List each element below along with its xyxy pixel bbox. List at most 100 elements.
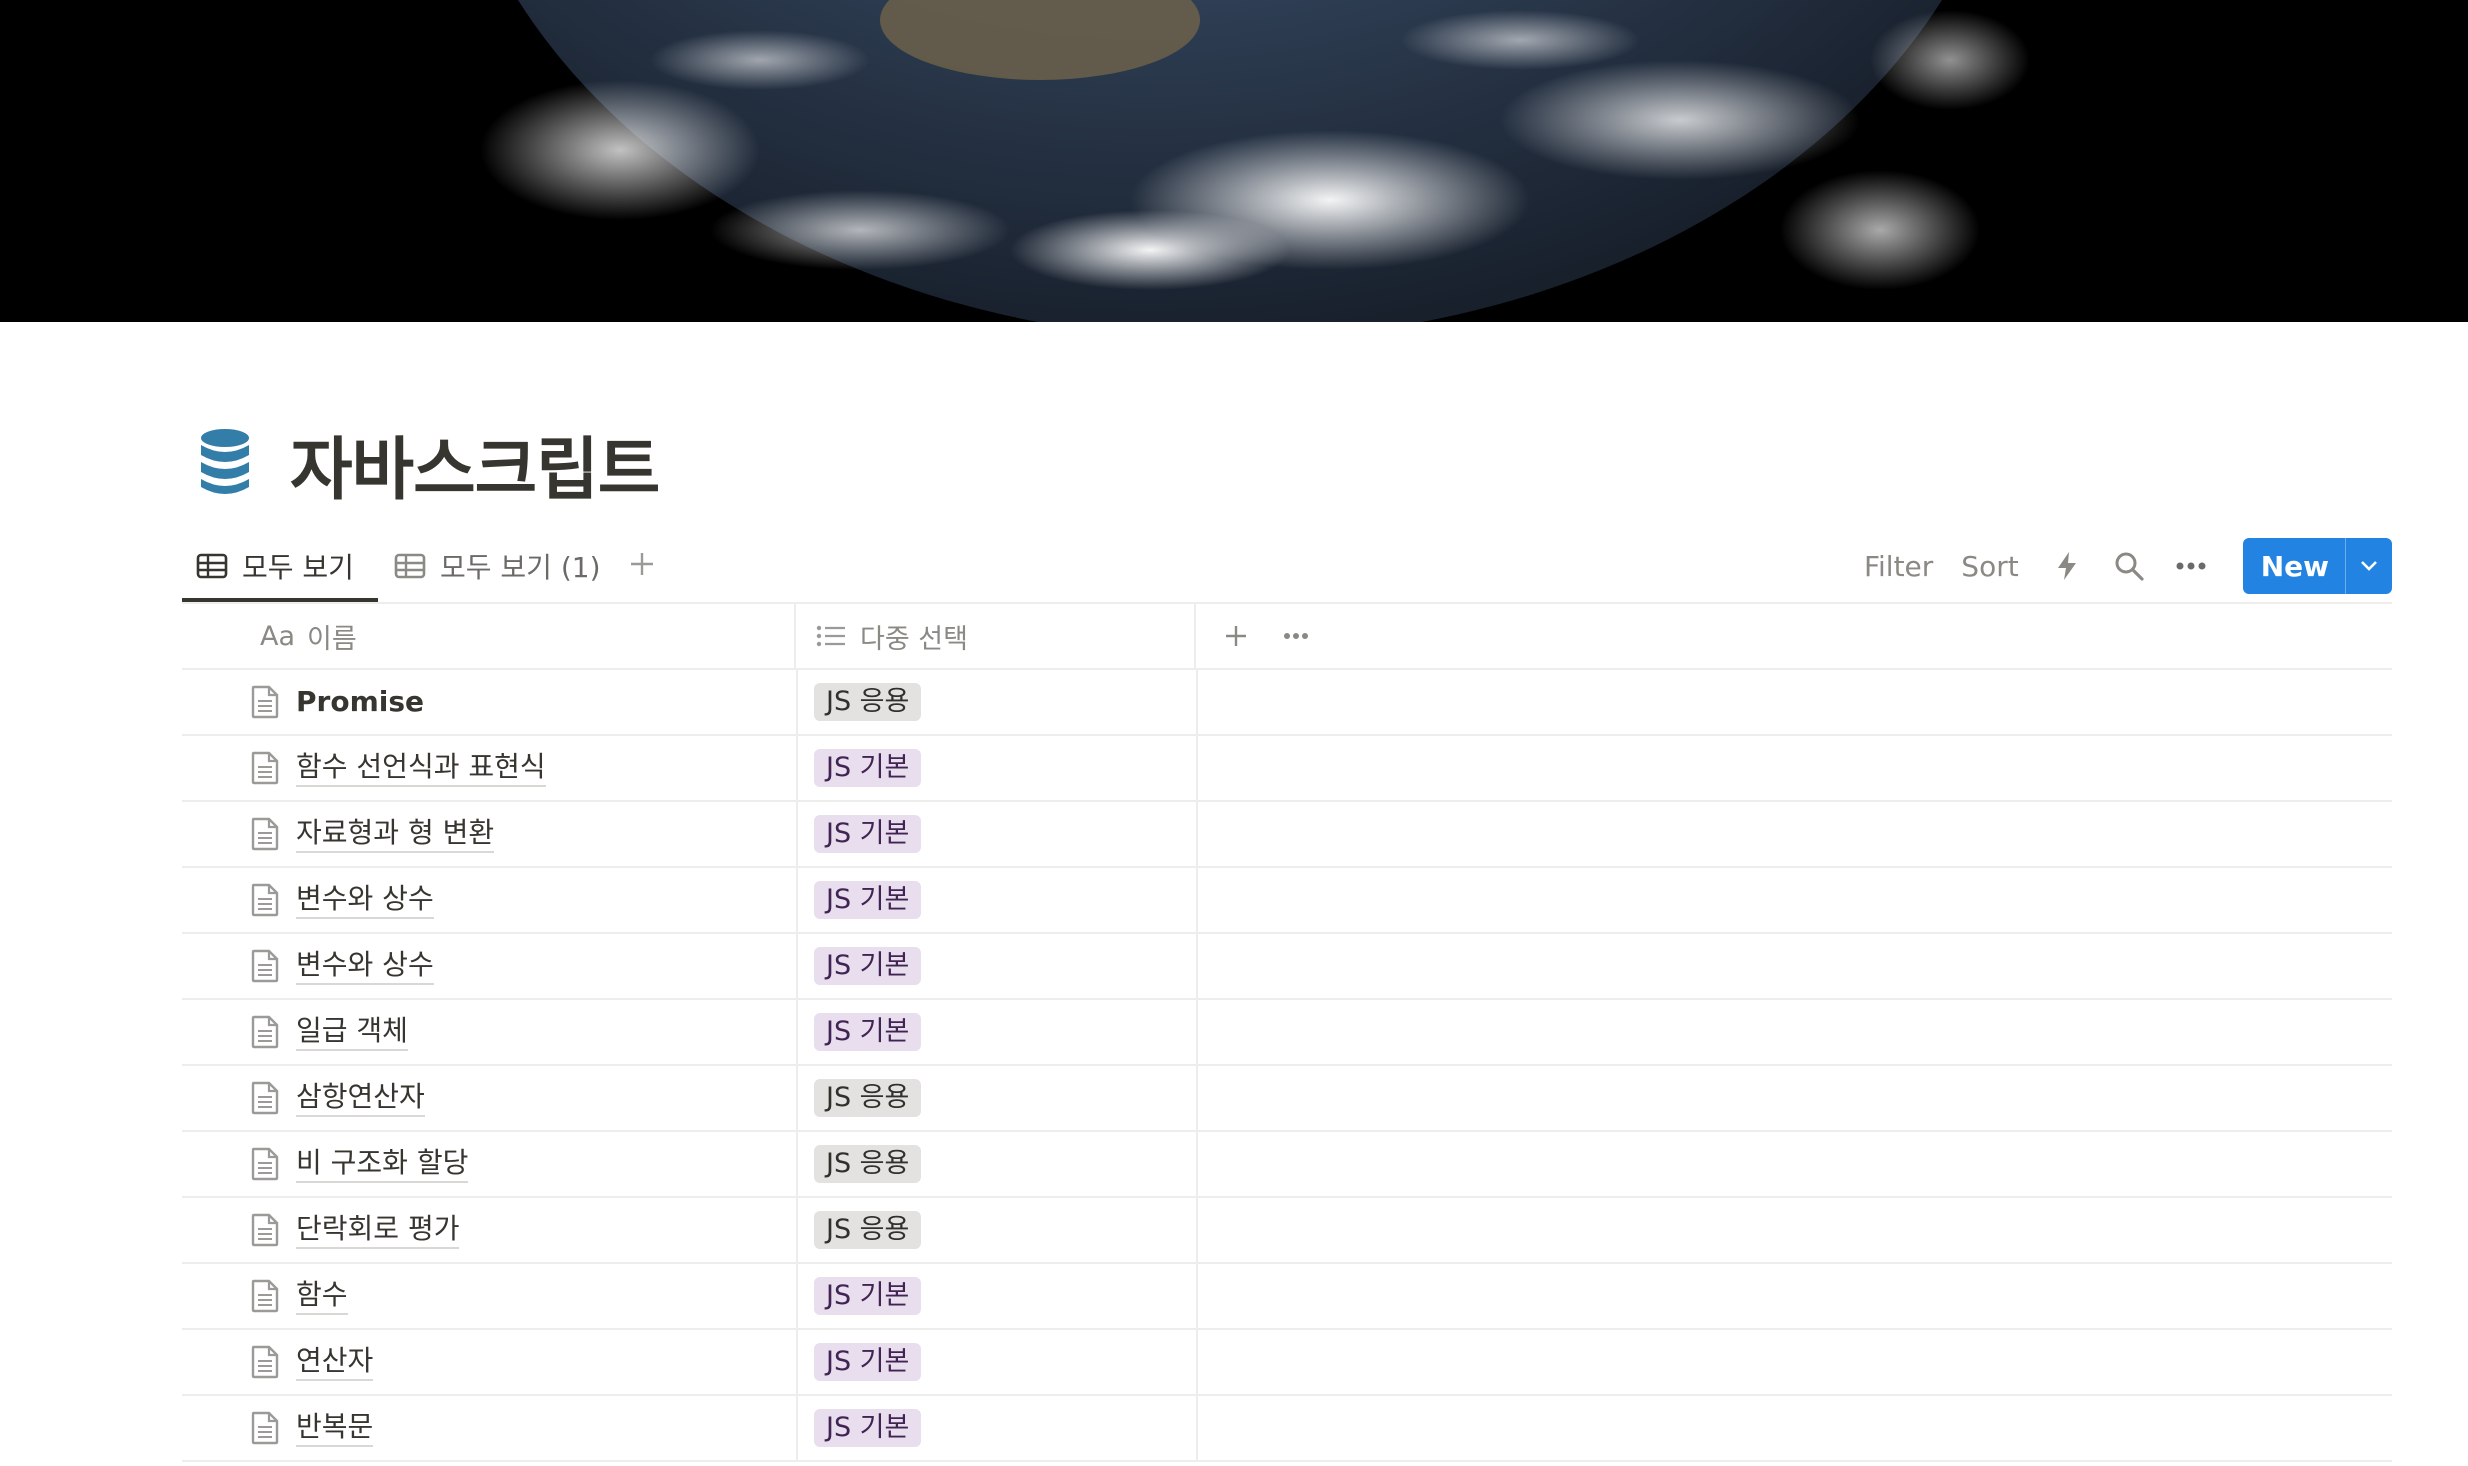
new-button[interactable]: New [2243,538,2345,594]
page-icon [251,751,279,785]
table-row[interactable]: 일급 객체 JS 기본 [182,1000,2392,1066]
table-row[interactable]: Promise JS 응용 [182,670,2392,736]
row-title[interactable]: 변수와 상수 [296,881,434,919]
add-view-button[interactable] [622,544,662,584]
name-cell[interactable]: 반복문 [182,1396,798,1460]
multiselect-cell[interactable]: JS 기본 [798,868,1198,932]
page-icon [251,1213,279,1247]
page-header: 자바스크립트 [192,418,660,510]
table-row[interactable]: 함수 선언식과 표현식 JS 기본 [182,736,2392,802]
row-title[interactable]: 자료형과 형 변환 [296,815,495,853]
page-icon [251,1411,279,1445]
empty-cell[interactable] [1198,868,2392,932]
row-title[interactable]: 연산자 [296,1343,374,1381]
tab-all-view[interactable]: 모두 보기 [196,530,354,602]
page-icon [251,1015,279,1049]
multiselect-cell[interactable]: JS 응용 [798,1132,1198,1196]
table-icon [394,553,426,579]
row-title[interactable]: 비 구조화 할당 [296,1145,469,1183]
name-cell[interactable]: 함수 선언식과 표현식 [182,736,798,800]
automation-button[interactable] [2047,546,2087,586]
table-row[interactable]: 변수와 상수 JS 기본 [182,868,2392,934]
tag-badge: JS 응용 [814,683,922,721]
multiselect-cell[interactable]: JS 응용 [798,670,1198,734]
row-title[interactable]: 일급 객체 [296,1013,408,1051]
page-icon [251,949,279,983]
name-cell[interactable]: 삼항연산자 [182,1066,798,1130]
table-row[interactable]: 함수 JS 기본 [182,1264,2392,1330]
name-cell[interactable]: 비 구조화 할당 [182,1132,798,1196]
tag-badge: JS 응용 [814,1211,922,1249]
empty-cell[interactable] [1198,670,2392,734]
column-header-actions [1198,604,2392,668]
column-header-multiselect[interactable]: 다중 선택 [798,604,1196,668]
page-title[interactable]: 자바스크립트 [290,414,660,513]
name-cell[interactable]: Promise [182,670,798,734]
row-title[interactable]: 반복문 [296,1409,374,1447]
row-title[interactable]: Promise [296,684,424,720]
tag-badge: JS 기본 [814,947,922,985]
column-label: 다중 선택 [860,623,968,655]
name-cell[interactable]: 변수와 상수 [182,934,798,998]
table-row[interactable]: 연산자 JS 기본 [182,1330,2392,1396]
new-dropdown-button[interactable] [2345,538,2392,594]
table-row[interactable]: 변수와 상수 JS 기본 [182,934,2392,1000]
name-cell[interactable]: 자료형과 형 변환 [182,802,798,866]
tag-badge: JS 기본 [814,1343,922,1381]
plus-icon [1226,626,1246,646]
row-title[interactable]: 단락회로 평가 [296,1211,460,1249]
database-icon[interactable] [192,427,258,499]
property-more-button[interactable] [1276,616,1316,656]
row-title[interactable]: 함수 선언식과 표현식 [296,749,546,787]
tag-badge: JS 기본 [814,1277,922,1315]
table-row[interactable]: 삼항연산자 JS 응용 [182,1066,2392,1132]
row-title[interactable]: 삼항연산자 [296,1079,425,1117]
page-icon [251,1279,279,1313]
row-title[interactable]: 함수 [296,1277,348,1315]
search-icon [2115,552,2144,581]
name-cell[interactable]: 일급 객체 [182,1000,798,1064]
empty-cell[interactable] [1198,802,2392,866]
database-toolbar: Filter Sort New [1864,536,2392,596]
empty-cell[interactable] [1198,1330,2392,1394]
tab-all-view-1[interactable]: 모두 보기 (1) [394,530,601,602]
filter-button[interactable]: Filter [1864,550,1933,583]
multiselect-cell[interactable]: JS 기본 [798,934,1198,998]
table-row[interactable]: 자료형과 형 변환 JS 기본 [182,802,2392,868]
empty-cell[interactable] [1198,1198,2392,1262]
column-header-name[interactable]: Aa 이름 [182,604,796,668]
multiselect-cell[interactable]: JS 기본 [798,802,1198,866]
empty-cell[interactable] [1198,1264,2392,1328]
name-cell[interactable]: 단락회로 평가 [182,1198,798,1262]
multiselect-cell[interactable]: JS 기본 [798,1396,1198,1460]
view-bar: 모두 보기 모두 보기 (1) Filter Sort New [182,530,2392,602]
more-options-button[interactable] [2171,546,2211,586]
search-button[interactable] [2109,546,2149,586]
multiselect-cell[interactable]: JS 기본 [798,1000,1198,1064]
table-row[interactable]: 반복문 JS 기본 [182,1396,2392,1462]
table-row[interactable]: 단락회로 평가 JS 응용 [182,1198,2392,1264]
database-table: Aa 이름 다중 선택 Promise JS 응용 함수 선언식과 표현식 JS… [182,602,2392,1462]
name-cell[interactable]: 변수와 상수 [182,868,798,932]
empty-cell[interactable] [1198,1066,2392,1130]
page-icon [251,1147,279,1181]
lightning-icon [2057,552,2076,580]
sort-button[interactable]: Sort [1961,550,2018,583]
multiselect-cell[interactable]: JS 기본 [798,1330,1198,1394]
empty-cell[interactable] [1198,1000,2392,1064]
tab-label: 모두 보기 (1) [440,551,601,584]
multiselect-cell[interactable]: JS 응용 [798,1198,1198,1262]
table-row[interactable]: 비 구조화 할당 JS 응용 [182,1132,2392,1198]
name-cell[interactable]: 함수 [182,1264,798,1328]
tab-label: 모두 보기 [242,551,354,584]
add-property-button[interactable] [1216,616,1256,656]
multiselect-cell[interactable]: JS 기본 [798,1264,1198,1328]
empty-cell[interactable] [1198,736,2392,800]
multiselect-cell[interactable]: JS 응용 [798,1066,1198,1130]
multiselect-cell[interactable]: JS 기본 [798,736,1198,800]
empty-cell[interactable] [1198,1396,2392,1460]
empty-cell[interactable] [1198,1132,2392,1196]
name-cell[interactable]: 연산자 [182,1330,798,1394]
row-title[interactable]: 변수와 상수 [296,947,434,985]
empty-cell[interactable] [1198,934,2392,998]
